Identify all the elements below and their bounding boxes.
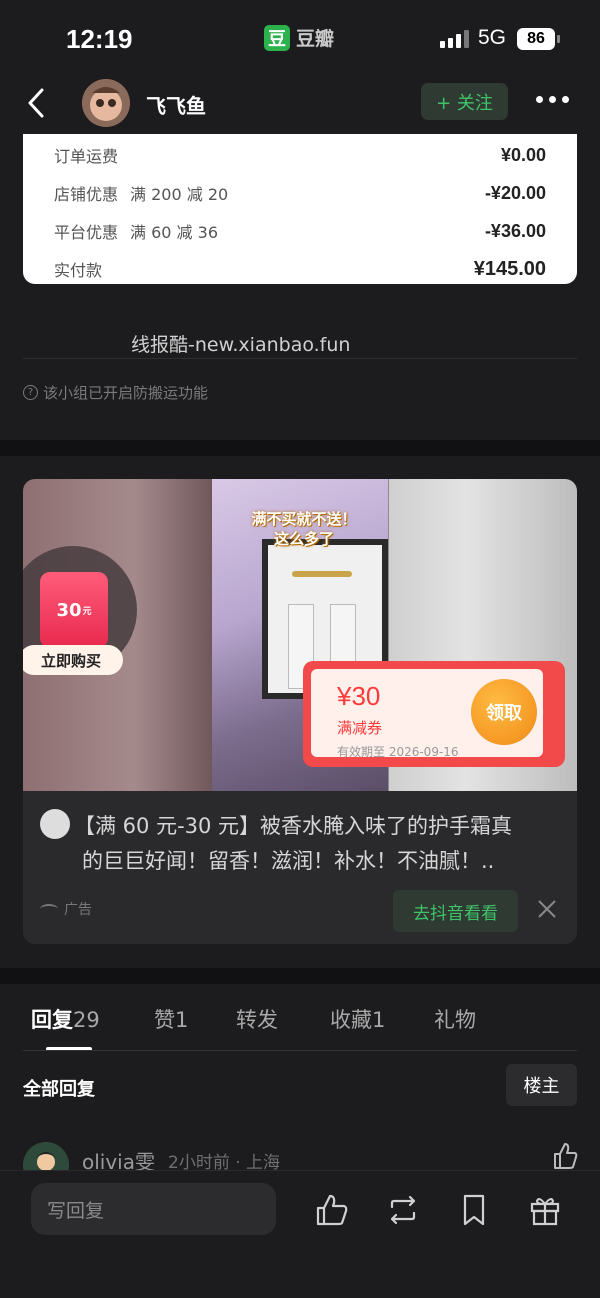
tab-reposts[interactable]: 转发 <box>236 1004 278 1034</box>
tab-label: 礼物 <box>434 1008 476 1032</box>
coupon-amount: ¥30 <box>337 681 381 711</box>
watermark-text: 线报酷-new.xianbao.fun <box>131 334 351 356</box>
question-icon: ? <box>23 385 38 400</box>
bottom-action-bar: 写回复 <box>0 1170 600 1298</box>
interaction-tabs: 回复29 赞1 转发 收藏1 礼物 <box>0 984 600 1051</box>
tab-count: 29 <box>73 1008 100 1032</box>
ad-card[interactable]: 满不买就不送！这么多了 30 元 立即购买 ¥30 满减券 有效期至 2026-0… <box>23 479 577 944</box>
ad-video-thumbnail[interactable]: 满不买就不送！这么多了 30 元 立即购买 ¥30 满减券 有效期至 2026-0… <box>23 479 577 791</box>
ticket-amount: 30 <box>56 599 82 621</box>
author-avatar[interactable] <box>82 79 130 127</box>
order-value: -¥20.00 <box>484 182 546 203</box>
coupon-type: 满减券 <box>337 719 383 737</box>
repost-icon[interactable] <box>386 1193 420 1227</box>
tab-likes[interactable]: 赞1 <box>154 1004 188 1034</box>
close-icon[interactable] <box>535 897 559 921</box>
anti-repost-notice: ? 该小组已开启防搬运功能 <box>23 382 208 403</box>
tab-gifts[interactable]: 礼物 <box>434 1004 476 1034</box>
red-ticket-icon[interactable]: 30 元 <box>40 572 108 648</box>
open-douyin-button[interactable]: 去抖音看看 <box>393 890 518 932</box>
tab-label: 赞 <box>154 1008 175 1032</box>
ad-label-text: 广告 <box>64 902 92 918</box>
back-icon[interactable] <box>22 86 52 120</box>
tab-count: 1 <box>175 1008 189 1032</box>
section-separator <box>0 968 600 984</box>
all-replies-heading: 全部回复 <box>23 1079 95 1100</box>
order-sub: 满 200 减 20 <box>130 185 229 204</box>
order-value: -¥36.00 <box>484 220 546 241</box>
author-name[interactable]: 飞飞鱼 <box>146 90 206 119</box>
bookmark-icon[interactable] <box>457 1193 491 1227</box>
post-header: 飞飞鱼 + 关注 <box>0 74 600 134</box>
ad-label: 广告 <box>40 899 92 919</box>
order-label: 平台优惠 <box>54 223 119 242</box>
follow-button[interactable]: + 关注 <box>421 83 508 120</box>
ad-icon <box>40 904 58 914</box>
status-time: 12:19 <box>66 24 133 54</box>
ad-title[interactable]: 【满 60 元-30 元】被香水腌入味了的护手霜真 的巨巨好闻！留香！滋润！补水… <box>40 809 560 879</box>
notice-text: 该小组已开启防搬运功能 <box>43 384 209 402</box>
reply-input[interactable]: 写回复 <box>31 1183 276 1235</box>
battery-icon: 86 <box>517 28 560 50</box>
order-label: 实付款 <box>54 261 103 280</box>
tab-label: 收藏 <box>330 1008 372 1032</box>
ad-title-line2: 的巨巨好闻！留香！滋润！补水！不油腻！.. <box>82 849 495 873</box>
advertiser-avatar <box>40 809 70 839</box>
like-icon[interactable] <box>315 1193 349 1227</box>
tab-label: 转发 <box>236 1008 278 1032</box>
order-row-platform-discount: 平台优惠满 60 减 36 -¥36.00 <box>54 216 546 246</box>
order-row-store-discount: 店铺优惠满 200 减 20 -¥20.00 <box>54 178 546 208</box>
section-separator <box>0 440 600 456</box>
gift-icon[interactable] <box>528 1193 562 1227</box>
coupon-expiry: 有效期至 2026-09-16 <box>337 745 459 759</box>
ticket-unit: 元 <box>82 606 92 617</box>
coupon[interactable]: ¥30 满减券 有效期至 2026-09-16 领取 <box>303 661 565 767</box>
op-only-button[interactable]: 楼主 <box>506 1064 577 1106</box>
app-indicator: 豆 豆瓣 <box>264 24 334 51</box>
order-sub: 满 60 减 36 <box>130 223 218 242</box>
claim-coupon-button[interactable]: 领取 <box>471 679 537 745</box>
status-bar: 12:19 豆 豆瓣 5G 86 <box>0 0 600 74</box>
divider <box>23 358 577 359</box>
like-icon[interactable] <box>552 1142 578 1170</box>
tab-replies[interactable]: 回复29 <box>31 1004 100 1034</box>
tab-count: 1 <box>372 1008 386 1032</box>
order-row-total: 实付款 ¥145.00 <box>54 254 546 284</box>
ad-caption: 满不买就不送！这么多了 <box>251 510 357 548</box>
order-row-shipping: 订单运费 ¥0.00 <box>54 140 546 170</box>
order-label: 店铺优惠 <box>54 185 119 204</box>
tab-label: 回复 <box>31 1008 73 1032</box>
network-type: 5G <box>478 26 507 49</box>
app-name: 豆瓣 <box>296 28 335 50</box>
order-summary-image: 订单运费 ¥0.00 店铺优惠满 200 减 20 -¥20.00 平台优惠满 … <box>23 134 577 284</box>
signal-icon <box>440 30 469 48</box>
ad-title-line1: 【满 60 元-30 元】被香水腌入味了的护手霜真 <box>74 814 513 838</box>
more-options-icon[interactable] <box>536 96 569 103</box>
order-value: ¥145.00 <box>473 257 546 280</box>
order-label: 订单运费 <box>54 147 119 166</box>
buy-now-button[interactable]: 立即购买 <box>23 645 123 675</box>
tab-collections[interactable]: 收藏1 <box>330 1004 385 1034</box>
order-value: ¥0.00 <box>500 144 546 165</box>
douban-logo-icon: 豆 <box>264 24 290 51</box>
divider <box>23 1050 577 1051</box>
